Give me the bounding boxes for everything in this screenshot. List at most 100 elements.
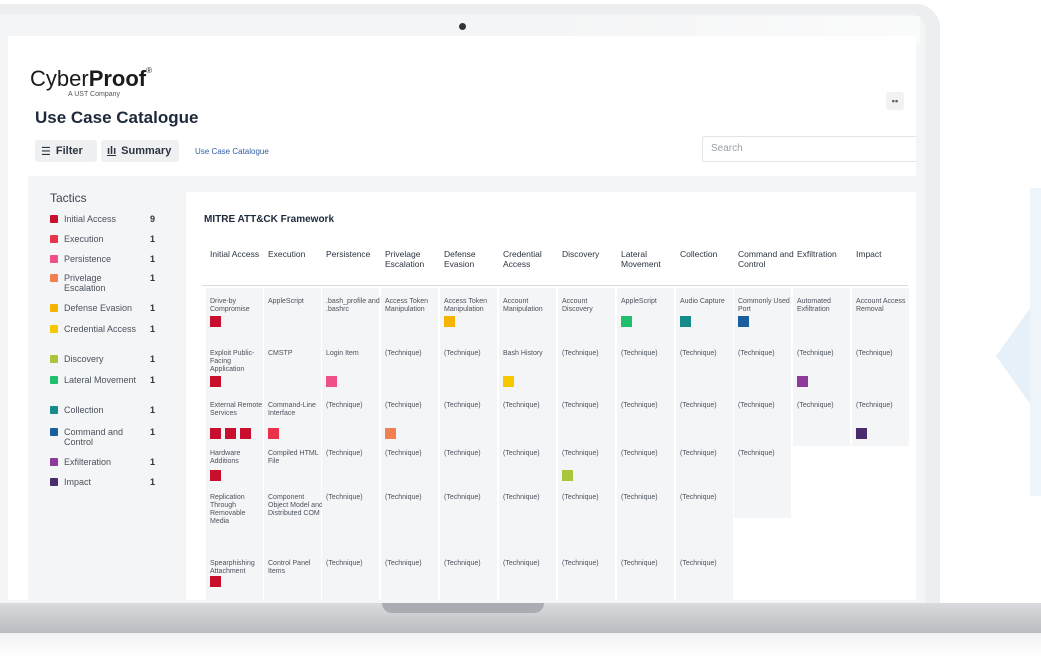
technique-cell[interactable]: (Technique) xyxy=(680,402,736,410)
technique-cell[interactable]: (Technique) xyxy=(444,450,500,458)
matrix-column-bg xyxy=(322,288,379,600)
technique-cell[interactable]: Drive-by Compromise xyxy=(210,298,266,314)
technique-cell[interactable]: (Technique) xyxy=(444,350,500,358)
technique-cell[interactable]: (Technique) xyxy=(503,494,559,502)
tactic-label: Persistence xyxy=(64,254,112,264)
matrix-column-bg xyxy=(381,288,438,600)
technique-marker xyxy=(503,376,514,387)
matrix-column-header: Discovery xyxy=(562,249,600,259)
technique-cell[interactable]: Account Access Removal xyxy=(856,298,912,314)
technique-cell[interactable]: Account Manipulation xyxy=(503,298,559,314)
technique-cell[interactable]: Compiled HTML File xyxy=(268,450,324,466)
technique-cell[interactable]: (Technique) xyxy=(562,560,618,568)
tactic-swatch xyxy=(50,304,58,312)
technique-cell[interactable]: (Technique) xyxy=(680,494,736,502)
technique-cell[interactable]: (Technique) xyxy=(680,450,736,458)
technique-marker xyxy=(240,428,251,439)
technique-cell[interactable]: (Technique) xyxy=(621,450,677,458)
technique-cell[interactable]: (Technique) xyxy=(738,350,794,358)
bar-chart-icon: ılı xyxy=(107,145,117,157)
technique-cell[interactable]: (Technique) xyxy=(621,560,677,568)
technique-cell[interactable]: (Technique) xyxy=(444,560,500,568)
technique-cell[interactable]: (Technique) xyxy=(326,450,382,458)
technique-cell[interactable]: Replication Through Removable Media xyxy=(210,494,266,526)
tactic-count: 9 xyxy=(150,214,156,224)
technique-cell[interactable]: (Technique) xyxy=(385,494,441,502)
technique-cell[interactable]: Component Object Model and Distributed C… xyxy=(268,494,324,518)
technique-cell[interactable]: (Technique) xyxy=(326,402,382,410)
technique-marker xyxy=(210,316,221,327)
technique-marker xyxy=(210,376,221,387)
technique-cell[interactable]: (Technique) xyxy=(385,350,441,358)
tactic-swatch xyxy=(50,406,58,414)
tactic-count: 1 xyxy=(150,324,156,334)
technique-cell[interactable]: Exploit Public-Facing Application xyxy=(210,350,266,374)
technique-cell[interactable]: Login Item xyxy=(326,350,382,358)
technique-cell[interactable]: Control Panel Items xyxy=(268,560,324,576)
laptop-shadow xyxy=(0,633,1041,658)
technique-cell[interactable]: (Technique) xyxy=(385,450,441,458)
technique-cell[interactable]: (Technique) xyxy=(621,350,677,358)
grid-view-button[interactable]: ▪▪ xyxy=(886,92,904,110)
technique-cell[interactable]: (Technique) xyxy=(385,560,441,568)
technique-cell[interactable]: Hardware Additions xyxy=(210,450,266,466)
technique-cell[interactable]: (Technique) xyxy=(562,494,618,502)
technique-cell[interactable]: .bash_profile and .bashrc xyxy=(326,298,382,314)
tactic-swatch xyxy=(50,235,58,243)
technique-cell[interactable]: (Technique) xyxy=(738,402,794,410)
technique-cell[interactable]: Access Token Manipulation xyxy=(385,298,441,314)
search-input[interactable]: Search xyxy=(702,136,916,162)
technique-cell[interactable]: AppleScript xyxy=(621,298,677,306)
technique-cell[interactable]: Audio Capture xyxy=(680,298,736,306)
technique-cell[interactable]: (Technique) xyxy=(562,450,618,458)
technique-cell[interactable]: (Technique) xyxy=(797,350,853,358)
technique-cell[interactable]: (Technique) xyxy=(680,560,736,568)
technique-cell[interactable]: (Technique) xyxy=(503,402,559,410)
tactic-swatch xyxy=(50,478,58,486)
technique-cell[interactable]: (Technique) xyxy=(562,350,618,358)
technique-cell[interactable]: (Technique) xyxy=(503,560,559,568)
brand-name-light: Cyber xyxy=(30,66,89,91)
technique-cell[interactable]: Spearphishing Attachment xyxy=(210,560,266,576)
tactic-swatch xyxy=(50,255,58,263)
technique-cell[interactable]: (Technique) xyxy=(621,494,677,502)
tactic-count: 1 xyxy=(150,375,156,385)
technique-cell[interactable]: (Technique) xyxy=(738,450,794,458)
tactic-label: Credential Access xyxy=(64,324,137,334)
camera-icon xyxy=(459,23,466,30)
technique-cell[interactable]: (Technique) xyxy=(562,402,618,410)
technique-cell[interactable]: Bash History xyxy=(503,350,559,358)
technique-cell[interactable]: (Technique) xyxy=(503,450,559,458)
technique-cell[interactable]: (Technique) xyxy=(856,350,912,358)
technique-marker xyxy=(210,470,221,481)
technique-cell[interactable]: (Technique) xyxy=(856,402,912,410)
technique-cell[interactable]: AppleScript xyxy=(268,298,324,306)
technique-cell[interactable]: (Technique) xyxy=(385,402,441,410)
matrix-column-header: Credential Access xyxy=(503,249,542,269)
technique-cell[interactable]: (Technique) xyxy=(621,402,677,410)
tactic-swatch xyxy=(50,355,58,363)
technique-cell[interactable]: (Technique) xyxy=(326,494,382,502)
matrix-column-header: Lateral Movement xyxy=(621,249,661,269)
summary-button[interactable]: ılı Summary xyxy=(101,140,179,162)
tactic-count: 1 xyxy=(150,254,156,264)
technique-marker xyxy=(562,470,573,481)
app-screen: CyberProof® A UST Company Use Case Catal… xyxy=(8,36,916,600)
technique-cell[interactable]: (Technique) xyxy=(444,402,500,410)
technique-cell[interactable]: (Technique) xyxy=(797,402,853,410)
filter-button[interactable]: ☰ Filter xyxy=(35,140,97,162)
technique-cell[interactable]: Commonly Used Port xyxy=(738,298,794,314)
technique-cell[interactable]: External Remote Services xyxy=(210,402,266,418)
tactic-count: 1 xyxy=(150,477,156,487)
technique-cell[interactable]: Automated Exfiltration xyxy=(797,298,853,314)
technique-cell[interactable]: Account Discovery xyxy=(562,298,618,314)
technique-cell[interactable]: (Technique) xyxy=(326,560,382,568)
technique-cell[interactable]: CMSTP xyxy=(268,350,324,358)
technique-cell[interactable]: Command-Line Interface xyxy=(268,402,324,418)
laptop-notch xyxy=(382,603,544,613)
technique-cell[interactable]: (Technique) xyxy=(444,494,500,502)
technique-marker xyxy=(444,316,455,327)
technique-cell[interactable]: (Technique) xyxy=(680,350,736,358)
technique-cell[interactable]: Access Token Manipulation xyxy=(444,298,500,314)
breadcrumb[interactable]: Use Case Catalogue xyxy=(195,147,269,156)
